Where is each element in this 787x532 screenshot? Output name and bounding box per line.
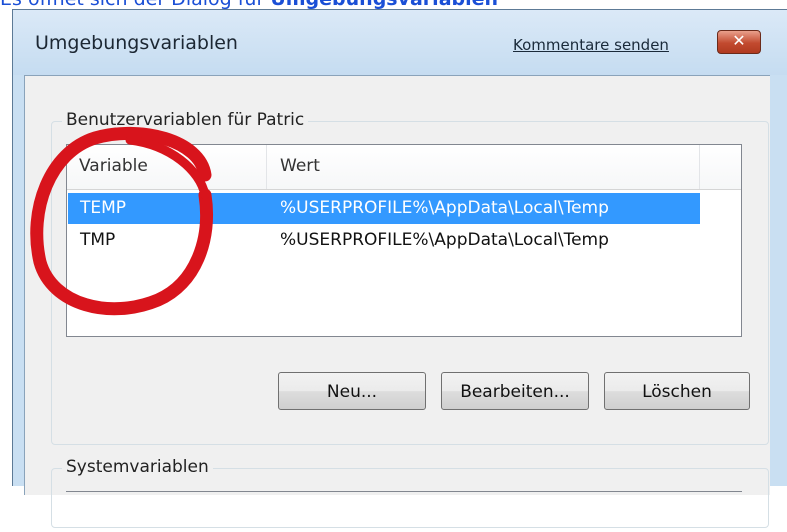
close-icon: ✕ bbox=[732, 31, 746, 50]
edit-button[interactable]: Bearbeiten... bbox=[441, 372, 589, 410]
close-button[interactable]: ✕ bbox=[717, 30, 761, 54]
column-divider[interactable] bbox=[266, 145, 267, 189]
column-header-value[interactable]: Wert bbox=[280, 156, 320, 176]
new-button[interactable]: Neu... bbox=[278, 372, 426, 410]
window-title: Umgebungsvariablen bbox=[35, 32, 238, 54]
dialog-client-area: Benutzervariablen für Patric Variable We… bbox=[24, 75, 770, 528]
user-variables-group: Benutzervariablen für Patric Variable We… bbox=[51, 110, 769, 445]
user-variables-list[interactable]: Variable Wert TEMP %USERPROFILE%\AppData… bbox=[66, 144, 742, 337]
title-bar[interactable]: Umgebungsvariablen Kommentare senden ✕ bbox=[13, 10, 787, 75]
row-value-cell: %USERPROFILE%\AppData\Local\Temp bbox=[280, 198, 609, 218]
column-divider[interactable] bbox=[699, 145, 700, 189]
system-variables-group-label: Systemvariablen bbox=[62, 457, 213, 477]
list-header: Variable Wert bbox=[67, 145, 741, 190]
table-row[interactable]: TEMP %USERPROFILE%\AppData\Local\Temp bbox=[68, 193, 700, 224]
user-variables-group-label: Benutzervariablen für Patric bbox=[62, 110, 309, 130]
column-header-variable[interactable]: Variable bbox=[79, 156, 148, 176]
system-variables-list[interactable] bbox=[66, 491, 742, 532]
delete-button[interactable]: Löschen bbox=[604, 372, 750, 410]
row-variable-cell: TMP bbox=[80, 230, 116, 250]
row-value-cell: %USERPROFILE%\AppData\Local\Temp bbox=[280, 230, 609, 250]
send-feedback-link[interactable]: Kommentare senden bbox=[513, 36, 669, 54]
table-row[interactable]: TMP %USERPROFILE%\AppData\Local\Temp bbox=[68, 225, 700, 256]
system-variables-group: Systemvariablen bbox=[51, 457, 769, 528]
environment-variables-dialog: Umgebungsvariablen Kommentare senden ✕ B… bbox=[12, 9, 787, 528]
row-variable-cell: TEMP bbox=[80, 198, 127, 218]
